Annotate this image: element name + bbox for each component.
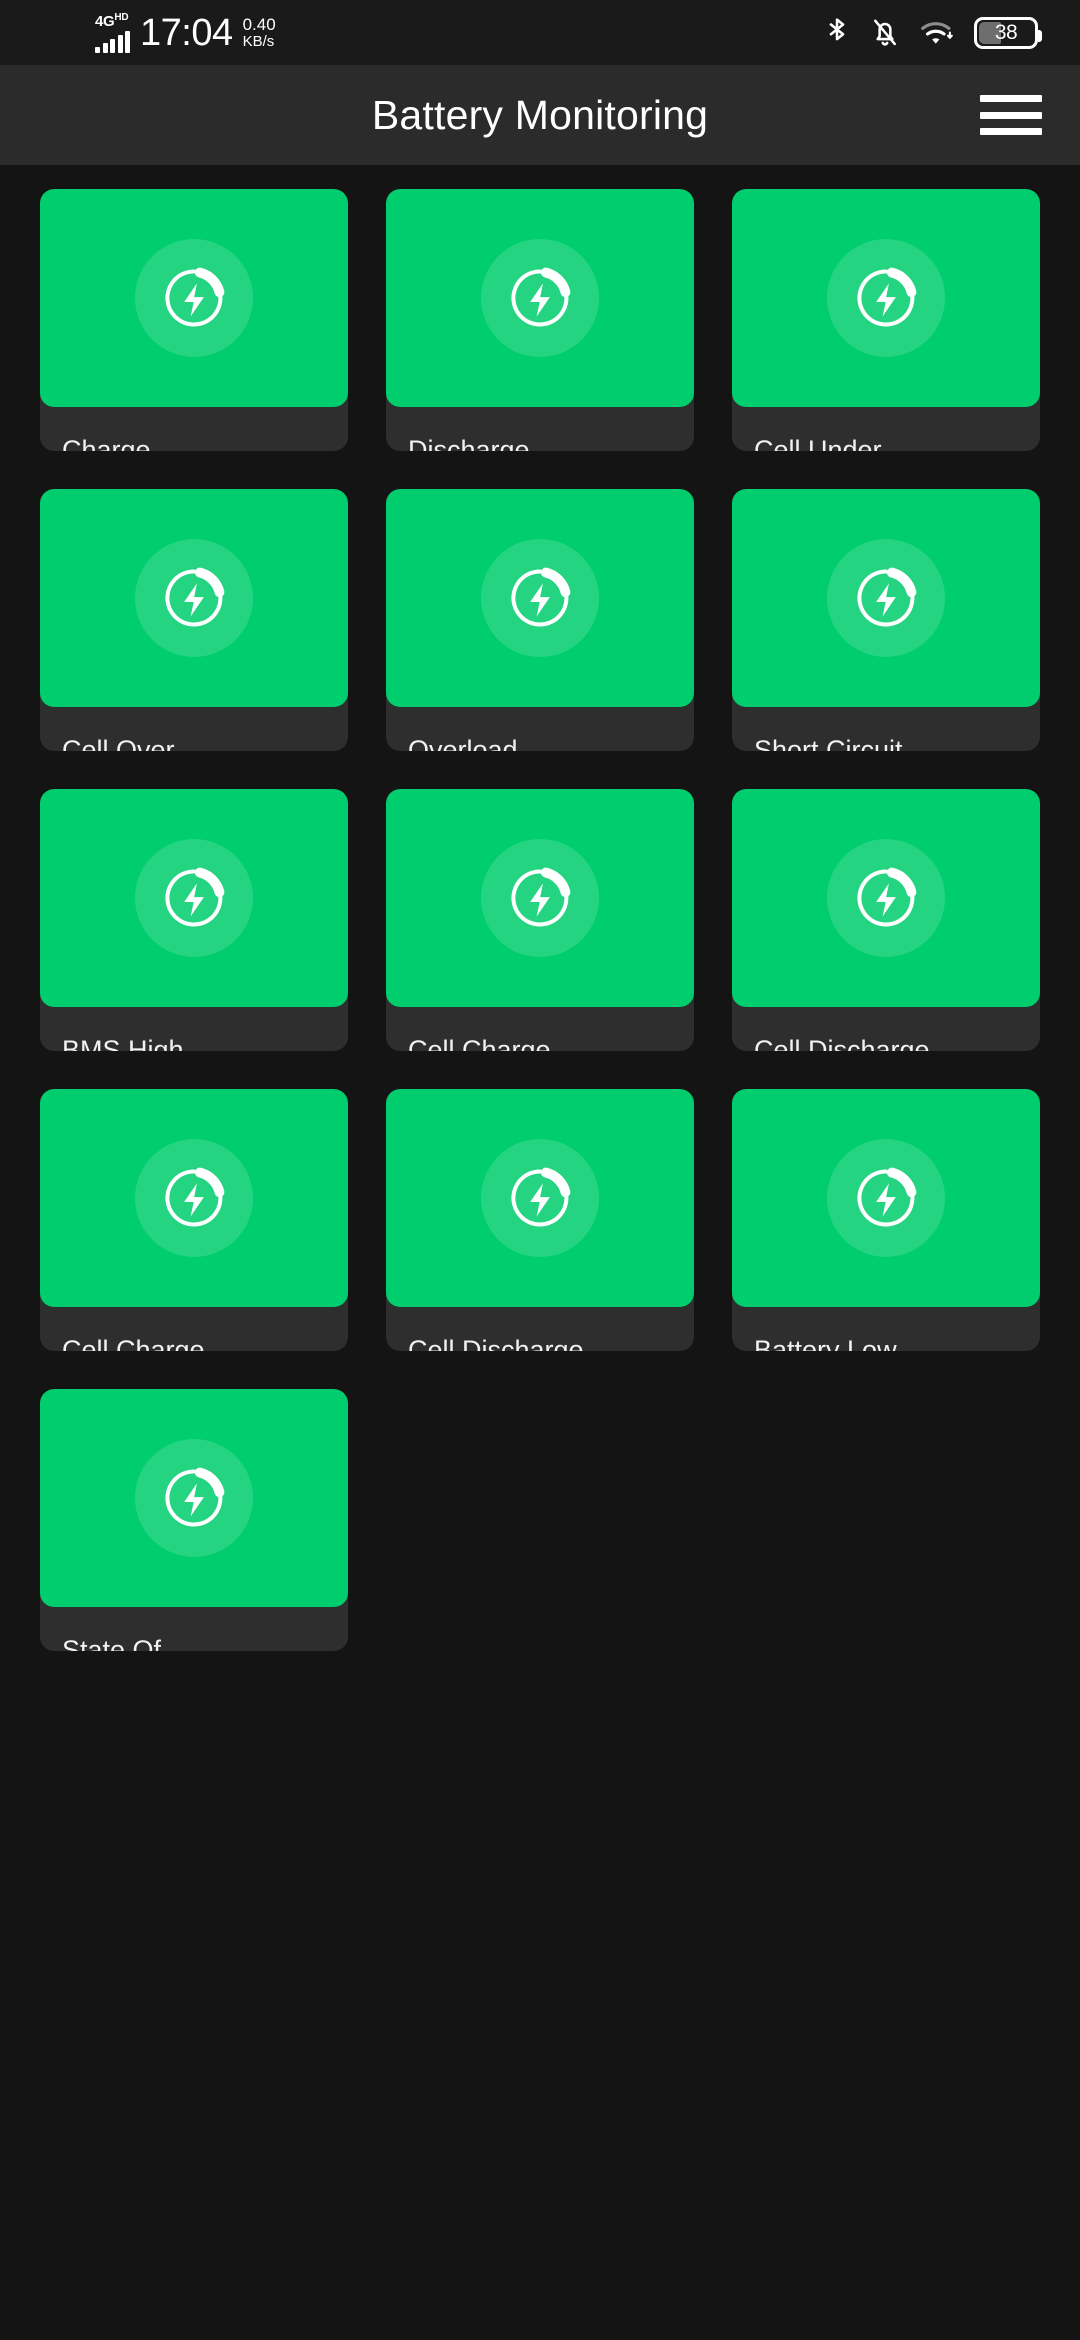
status-card-indicator (40, 1389, 348, 1607)
battery-level-label: 38 (994, 20, 1018, 44)
battery-charge-icon (135, 839, 253, 957)
status-card-indicator (386, 1089, 694, 1307)
status-card-0[interactable]: Charge Disable (40, 189, 348, 451)
network-type-label: 4GHD (95, 11, 129, 30)
battery-charge-icon (135, 1439, 253, 1557)
battery-charge-icon (827, 239, 945, 357)
wifi-icon (918, 16, 956, 50)
battery-charge-icon (481, 539, 599, 657)
status-card-8[interactable]: Cell Discharge High Temp (732, 789, 1040, 1051)
menu-bar-3 (980, 128, 1042, 135)
main-content: Charge Disable Discharge Disable (0, 165, 1080, 2340)
battery-charge-icon (481, 239, 599, 357)
status-card-label: Cell Under Voltage (754, 435, 882, 451)
bell-muted-icon (870, 16, 900, 50)
status-card-grid: Charge Disable Discharge Disable (40, 189, 1040, 1651)
menu-bar-2 (980, 111, 1042, 119)
signal-indicator: 4GHD (95, 11, 130, 53)
status-bar: 4GHD 17:04 0.40 KB/s 38 (0, 0, 1080, 65)
status-card-label: Discharge Disable (408, 435, 530, 451)
battery-charge-icon (827, 539, 945, 657)
battery-charge-icon (827, 1139, 945, 1257)
status-card-indicator (386, 189, 694, 407)
battery-charge-icon (481, 839, 599, 957)
status-card-indicator (40, 189, 348, 407)
status-card-label: Battery Low Voltage (754, 1335, 897, 1351)
status-card-label: BMS High Temperature (62, 1035, 184, 1051)
status-card-indicator (386, 789, 694, 1007)
status-card-11[interactable]: Battery Low Voltage (732, 1089, 1040, 1351)
status-card-5[interactable]: Short Circuit State (732, 489, 1040, 751)
status-card-label: Short Circuit State (754, 735, 903, 751)
status-card-label: Cell Charge High Temp (408, 1035, 551, 1051)
battery-charge-icon (481, 1139, 599, 1257)
network-speed-value: 0.40 (242, 14, 276, 34)
battery-charge-icon (135, 1139, 253, 1257)
app-bar: Battery Monitoring (0, 65, 1080, 165)
battery-charge-icon (135, 239, 253, 357)
status-card-6[interactable]: BMS High Temperature (40, 789, 348, 1051)
page-title: Battery Monitoring (371, 91, 709, 138)
status-card-2[interactable]: Cell Under Voltage (732, 189, 1040, 451)
menu-bar-1 (980, 95, 1042, 102)
status-card-10[interactable]: Cell Discharge Low Temp (386, 1089, 694, 1351)
status-card-label: Cell Charge Low Temp (62, 1335, 205, 1351)
status-card-label: Cell Over Voltage (62, 735, 175, 751)
bluetooth-icon (822, 16, 852, 50)
battery-icon: 38 (974, 16, 1042, 49)
signal-bars-icon (95, 30, 130, 53)
status-card-indicator (732, 1089, 1040, 1307)
status-card-indicator (732, 789, 1040, 1007)
status-card-1[interactable]: Discharge Disable (386, 189, 694, 451)
network-speed-indicator: 0.40 KB/s (243, 16, 276, 53)
status-card-indicator (732, 189, 1040, 407)
status-card-label: State Of Health (62, 1635, 162, 1651)
status-bar-left: 4GHD 17:04 0.40 KB/s (95, 11, 276, 54)
status-card-indicator (732, 489, 1040, 707)
status-card-label: Overload State (408, 735, 518, 751)
status-card-9[interactable]: Cell Charge Low Temp (40, 1089, 348, 1351)
network-speed-unit: KB/s (242, 32, 275, 50)
status-card-12[interactable]: State Of Health (40, 1389, 348, 1651)
status-card-7[interactable]: Cell Charge High Temp (386, 789, 694, 1051)
battery-charge-icon (135, 539, 253, 657)
status-bar-right: 38 (822, 16, 1042, 50)
status-card-label: Cell Discharge Low Temp (408, 1335, 584, 1351)
status-card-label: Charge Disable (62, 435, 151, 451)
status-card-indicator (40, 489, 348, 707)
status-bar-clock: 17:04 (140, 11, 233, 54)
status-card-indicator (40, 789, 348, 1007)
status-card-indicator (386, 489, 694, 707)
status-card-label: Cell Discharge High Temp (754, 1035, 930, 1051)
status-card-4[interactable]: Overload State (386, 489, 694, 751)
battery-charge-icon (827, 839, 945, 957)
hamburger-menu-icon[interactable] (980, 89, 1042, 141)
status-card-3[interactable]: Cell Over Voltage (40, 489, 348, 751)
status-card-indicator (40, 1089, 348, 1307)
